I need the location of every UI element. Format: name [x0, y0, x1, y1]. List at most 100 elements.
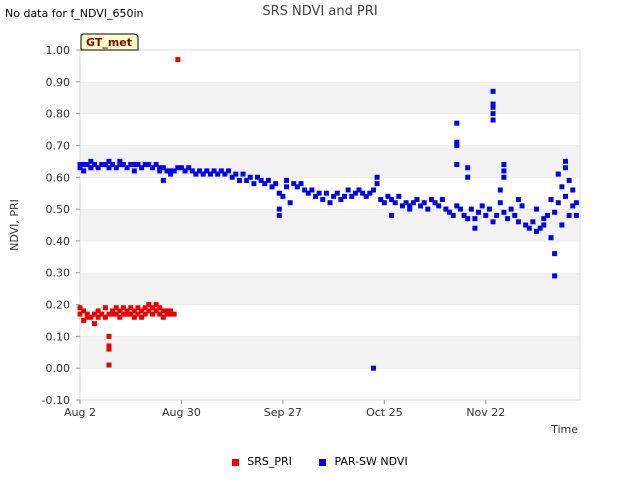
- grid-band: [80, 81, 580, 114]
- ndvi-point: [563, 165, 569, 171]
- ndvi-point: [287, 200, 293, 206]
- x-tick-label: Oct 25: [366, 406, 403, 419]
- ndvi-point: [508, 206, 514, 212]
- badge-label: GT_met: [85, 36, 133, 49]
- ndvi-point: [552, 209, 558, 215]
- ndvi-point: [334, 190, 340, 196]
- grid-band: [80, 240, 580, 273]
- ndvi-point: [381, 200, 387, 206]
- y-tick-label: 0.80: [46, 108, 71, 121]
- grid-band: [80, 336, 580, 369]
- ndvi-point: [436, 203, 442, 209]
- ndvi-point: [465, 216, 471, 222]
- ndvi-point: [515, 219, 521, 225]
- ndvi-point: [515, 197, 521, 203]
- ndvi-point: [573, 212, 579, 218]
- ndvi-point: [573, 200, 579, 206]
- y-tick-label: 0.40: [46, 235, 71, 248]
- ndvi-point: [497, 187, 503, 193]
- ndvi-point: [284, 177, 290, 183]
- ndvi-point: [327, 200, 333, 206]
- ndvi-point: [501, 162, 507, 168]
- ndvi-point: [483, 212, 489, 218]
- ndvi-point: [544, 212, 550, 218]
- ndvi-point: [251, 181, 257, 187]
- ndvi-point: [309, 187, 315, 193]
- grid-band: [80, 368, 580, 400]
- ndvi-point: [465, 174, 471, 180]
- ndvi-point: [276, 206, 282, 212]
- ndvi-point: [345, 187, 351, 193]
- ndvi-point: [512, 212, 518, 218]
- pri-point: [106, 343, 112, 349]
- x-tick-label: Sep 27: [264, 406, 302, 419]
- ndvi-point: [374, 174, 380, 180]
- ndvi-point: [541, 222, 547, 228]
- ndvi-point: [240, 171, 246, 177]
- ndvi-point: [526, 225, 532, 231]
- legend-label-ndvi: PAR-SW NDVI: [334, 455, 408, 468]
- ndvi-point: [497, 200, 503, 206]
- legend-item-pri: SRS_PRI: [232, 455, 292, 468]
- ndvi-point: [454, 162, 460, 168]
- ndvi-point: [131, 168, 137, 174]
- ndvi-point: [450, 212, 456, 218]
- ndvi-point: [280, 193, 286, 199]
- ndvi-point: [370, 365, 376, 371]
- ndvi-point: [389, 212, 395, 218]
- ndvi-point: [490, 117, 496, 123]
- x-axis-ticks: Aug 2 Aug 30 Sep 27 Oct 25 Nov 22: [64, 400, 505, 419]
- y-tick-label: 0.00: [46, 362, 71, 375]
- ndvi-point: [501, 174, 507, 180]
- ndvi-point: [392, 200, 398, 206]
- ndvi-point: [414, 197, 420, 203]
- pri-point: [102, 305, 108, 311]
- ndvi-point: [490, 111, 496, 117]
- x-tick-label: Aug 2: [64, 406, 96, 419]
- ndvi-point: [160, 177, 166, 183]
- y-tick-label: 0.30: [46, 267, 71, 280]
- ndvi-point: [479, 203, 485, 209]
- legend: SRS_PRI PAR-SW NDVI: [0, 455, 640, 468]
- ndvi-point: [374, 181, 380, 187]
- ndvi-point: [81, 168, 87, 174]
- gt-met-badge: GT_met: [80, 32, 139, 51]
- y-tick-label: 0.10: [46, 330, 71, 343]
- legend-item-ndvi: PAR-SW NDVI: [319, 455, 408, 468]
- ndvi-point: [555, 200, 561, 206]
- ndvi-point: [490, 104, 496, 110]
- ndvi-point: [284, 184, 290, 190]
- ndvi-point: [490, 219, 496, 225]
- grid-band: [80, 50, 580, 82]
- ndvi-point: [425, 206, 431, 212]
- ndvi-point: [559, 222, 565, 228]
- ndvi-point: [454, 142, 460, 148]
- ndvi-point: [276, 212, 282, 218]
- ndvi-point: [563, 158, 569, 164]
- plot-bands: [80, 49, 580, 400]
- ndvi-point: [298, 181, 304, 187]
- ndvi-point: [233, 171, 239, 177]
- ndvi-point: [505, 216, 511, 222]
- ndvi-point: [519, 203, 525, 209]
- x-axis-label: Time: [550, 423, 578, 436]
- y-axis-label: NDVI, PRI: [8, 199, 21, 251]
- pri-point: [106, 333, 112, 339]
- ndvi-point: [370, 187, 376, 193]
- pri-point: [171, 311, 177, 317]
- ndvi-point: [396, 193, 402, 199]
- ndvi-point: [548, 235, 554, 241]
- y-tick-label: 0.50: [46, 203, 71, 216]
- ndvi-point: [439, 197, 445, 203]
- legend-label-pri: SRS_PRI: [247, 455, 292, 468]
- ndvi-point: [454, 120, 460, 126]
- ndvi-point: [566, 212, 572, 218]
- ndvi-point: [226, 168, 232, 174]
- y-tick-label: 0.90: [46, 76, 71, 89]
- ndvi-point: [570, 187, 576, 193]
- ndvi-point: [494, 212, 500, 218]
- ndvi-point: [472, 216, 478, 222]
- ndvi-point: [566, 177, 572, 183]
- y-tick-label: 0.60: [46, 171, 71, 184]
- pri-point: [106, 362, 112, 368]
